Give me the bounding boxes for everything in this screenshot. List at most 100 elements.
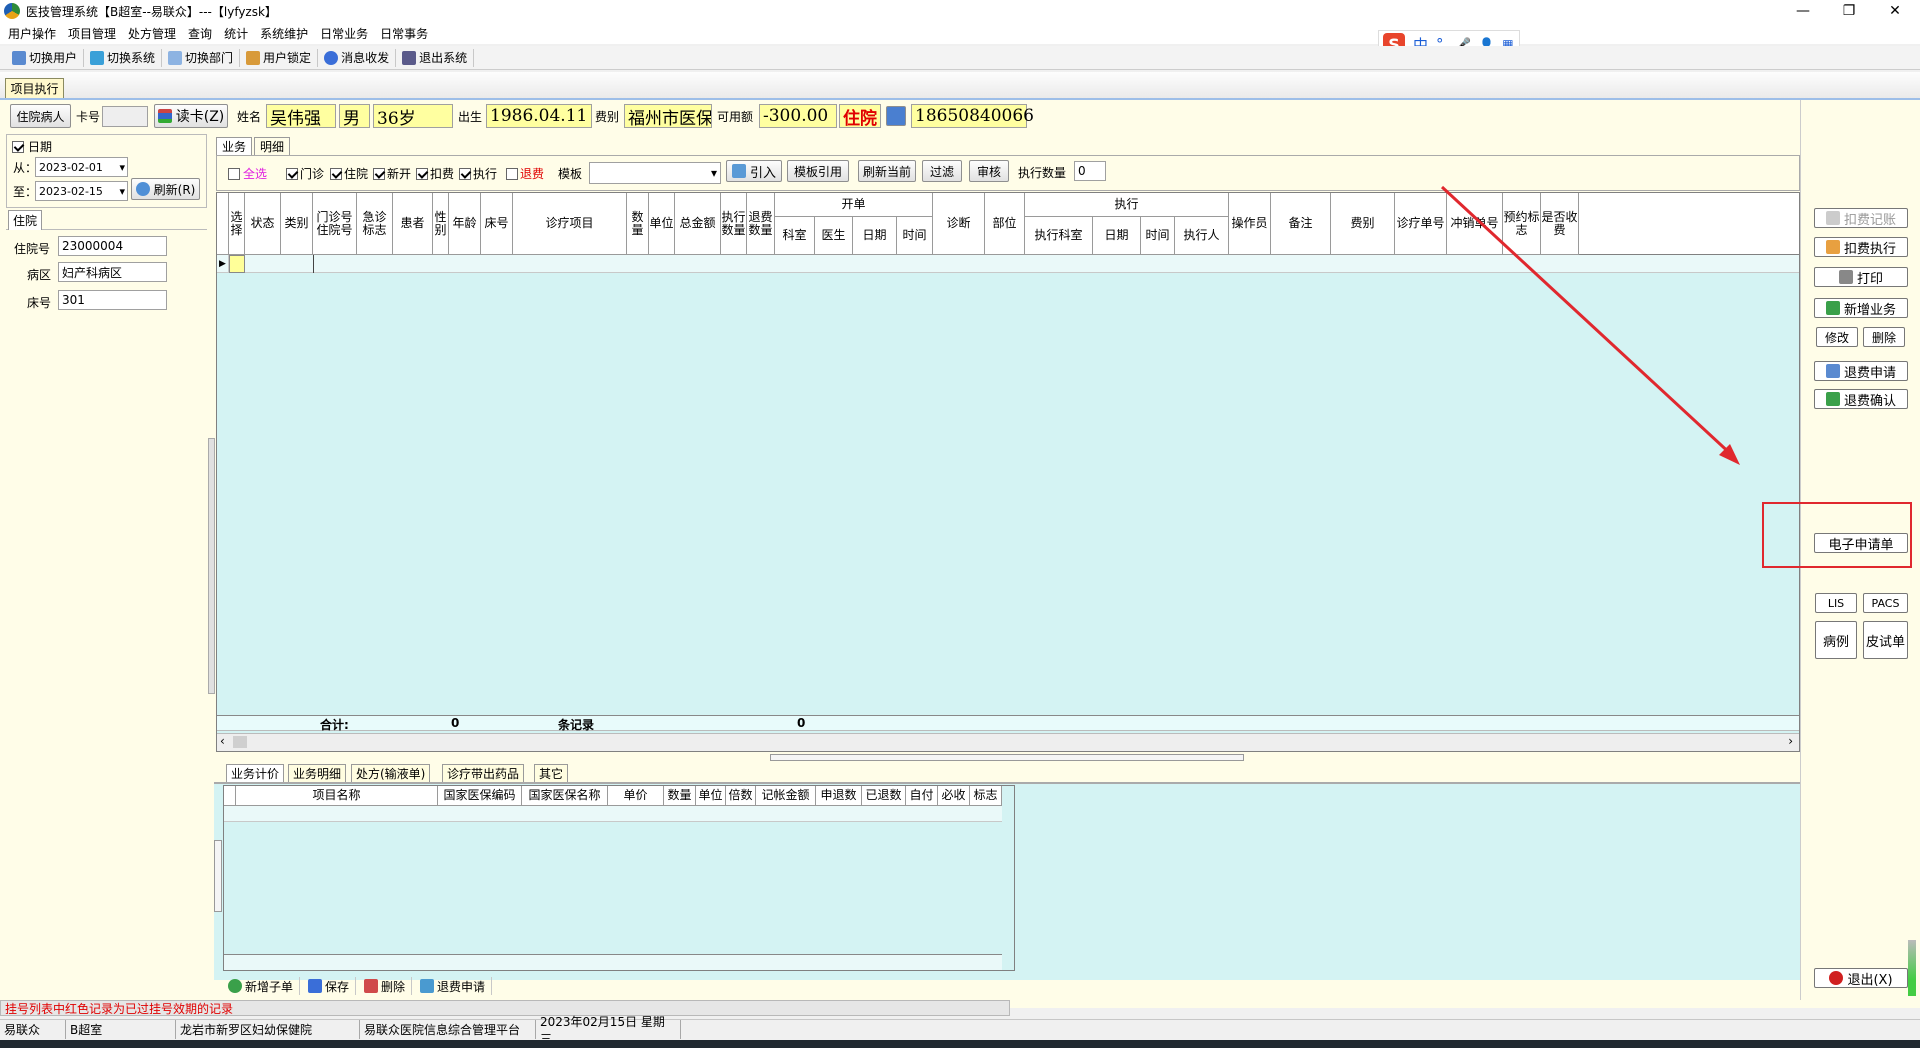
messages-button[interactable]: 消息收发 <box>318 48 397 67</box>
tab-project-exec[interactable]: 项目执行 <box>5 78 64 98</box>
col-site[interactable]: 部位 <box>985 193 1025 255</box>
hosp-no-input[interactable]: 23000004 <box>58 236 167 256</box>
inpatient-checkbox[interactable]: 住院 <box>330 165 368 182</box>
col-item[interactable]: 诊疗项目 <box>513 193 627 255</box>
table-row[interactable] <box>224 806 1002 822</box>
col-refund-qty[interactable]: 退费数量 <box>747 193 775 255</box>
col-unit-price[interactable]: 单价 <box>608 786 664 806</box>
phone-icon[interactable] <box>886 106 906 126</box>
bed-input[interactable]: 301 <box>58 290 167 310</box>
delete-sub-button[interactable]: 删除 <box>358 977 413 995</box>
refund-confirm-button[interactable]: 退费确认 <box>1814 389 1908 409</box>
col-diagnosis[interactable]: 诊断 <box>933 193 985 255</box>
splitter-handle[interactable] <box>208 438 215 694</box>
charge-exec-button[interactable]: 扣费执行 <box>1814 237 1908 257</box>
refund-request-bottom-button[interactable]: 退费申请 <box>414 977 493 995</box>
col-unit[interactable]: 单位 <box>649 193 675 255</box>
menu-daily-affairs[interactable]: 日常事务 <box>376 25 436 42</box>
menu-prescription-mgmt[interactable]: 处方管理 <box>124 25 184 42</box>
template-ref-button[interactable]: 模板引用 <box>787 160 849 182</box>
bottom-grid[interactable]: 项目名称 国家医保编码 国家医保名称 单价 数量 单位 倍数 记帐金额 申退数 … <box>223 785 1015 971</box>
skin-test-button[interactable]: 皮试单 <box>1863 621 1908 659</box>
col-operator[interactable]: 操作员 <box>1229 193 1271 255</box>
review-button[interactable]: 审核 <box>969 160 1009 182</box>
inpatient-button[interactable]: 住院病人 <box>10 104 71 128</box>
col-order-date[interactable]: 日期 <box>853 217 897 255</box>
col-request-refund[interactable]: 申退数 <box>816 786 862 806</box>
exec-qty-input[interactable]: 0 <box>1074 161 1106 181</box>
save-button[interactable]: 保存 <box>302 977 357 995</box>
template-select[interactable]: ▾ <box>589 162 721 184</box>
to-date-input[interactable]: 2023-02-15 ▾ <box>35 181 128 201</box>
col-refunded[interactable]: 已退数 <box>862 786 906 806</box>
tab-carried-drugs[interactable]: 诊疗带出药品 <box>442 764 525 782</box>
lis-button[interactable]: LIS <box>1815 593 1857 613</box>
tab-business-pricing[interactable]: 业务计价 <box>226 764 285 782</box>
col-clinic-no[interactable]: 门诊号住院号 <box>313 193 357 255</box>
col-category[interactable]: 类别 <box>281 193 313 255</box>
col-order-dept[interactable]: 科室 <box>775 217 815 255</box>
menu-system-maintenance[interactable]: 系统维护 <box>256 25 316 42</box>
col-exec-dept[interactable]: 执行科室 <box>1025 217 1093 255</box>
bottom-splitter[interactable] <box>214 840 222 912</box>
col-nhsa-name[interactable]: 国家医保名称 <box>522 786 608 806</box>
select-all-checkbox[interactable]: 全选 <box>228 165 267 182</box>
date-checkbox[interactable] <box>12 140 24 153</box>
case-button[interactable]: 病例 <box>1815 621 1857 659</box>
scroll-left-icon[interactable]: ‹ <box>220 734 225 748</box>
col-exec-qty[interactable]: 执行数量 <box>721 193 747 255</box>
date-checkbox-row[interactable]: 日期 <box>12 138 52 155</box>
menu-daily-business[interactable]: 日常业务 <box>316 25 376 42</box>
col-patient[interactable]: 患者 <box>393 193 433 255</box>
tab-business-detail[interactable]: 业务明细 <box>288 764 347 782</box>
maximize-button[interactable]: ❐ <box>1826 0 1872 22</box>
e-request-button[interactable]: 电子申请单 <box>1814 533 1908 553</box>
delete-button[interactable]: 删除 <box>1863 327 1905 347</box>
col-must-charge[interactable]: 必收 <box>938 786 970 806</box>
add-sub-order-button[interactable]: 新增子单 <box>222 977 301 995</box>
col-quantity[interactable]: 数量 <box>664 786 696 806</box>
close-button[interactable]: ✕ <box>1872 0 1918 22</box>
col-emergency[interactable]: 急诊标志 <box>357 193 393 255</box>
col-self-pay[interactable]: 自付 <box>906 786 938 806</box>
col-nhsa-code[interactable]: 国家医保编码 <box>438 786 522 806</box>
modify-button[interactable]: 修改 <box>1816 327 1858 347</box>
new-business-button[interactable]: 新增业务 <box>1814 298 1908 318</box>
col-charge-amount[interactable]: 记帐金额 <box>756 786 816 806</box>
outpatient-checkbox[interactable]: 门诊 <box>286 165 324 182</box>
exit-system-button[interactable]: 退出系统 <box>396 48 475 67</box>
col-order-time[interactable]: 时间 <box>897 217 933 255</box>
switch-dept-button[interactable]: 切换部门 <box>162 48 241 67</box>
refresh-button[interactable]: 刷新(R) <box>131 178 200 200</box>
refresh-current-button[interactable]: 刷新当前 <box>858 160 916 182</box>
menu-statistics[interactable]: 统计 <box>220 25 256 42</box>
tab-other[interactable]: 其它 <box>534 764 569 782</box>
refund-request-button[interactable]: 退费申请 <box>1814 361 1908 381</box>
charged-checkbox[interactable]: 扣费 <box>416 165 454 182</box>
refund-checkbox[interactable]: 退费 <box>506 165 544 182</box>
pacs-button[interactable]: PACS <box>1863 593 1908 613</box>
menu-query[interactable]: 查询 <box>184 25 220 42</box>
tab-business[interactable]: 业务 <box>216 137 252 155</box>
scroll-right-icon[interactable]: › <box>1788 734 1793 748</box>
horizontal-scrollbar[interactable]: ‹ › <box>217 733 1799 751</box>
switch-system-button[interactable]: 切换系统 <box>84 48 163 67</box>
print-button[interactable]: 打印 <box>1814 267 1908 287</box>
executed-checkbox[interactable]: 执行 <box>459 165 497 182</box>
card-input[interactable] <box>102 106 148 127</box>
col-bed[interactable]: 床号 <box>481 193 513 255</box>
scroll-thumb[interactable] <box>233 736 247 748</box>
switch-user-button[interactable]: 切换用户 <box>6 48 85 67</box>
col-executor[interactable]: 执行人 <box>1175 217 1229 255</box>
filter-button[interactable]: 过滤 <box>922 160 962 182</box>
minimize-button[interactable]: — <box>1780 0 1826 22</box>
tab-prescription[interactable]: 处方(输液单) <box>351 764 431 782</box>
col-remark[interactable]: 备注 <box>1271 193 1331 255</box>
col-order-doctor[interactable]: 医生 <box>815 217 853 255</box>
ward-input[interactable]: 妇产科病区 <box>58 262 167 282</box>
from-date-input[interactable]: 2023-02-01 ▾ <box>35 157 128 177</box>
col-total[interactable]: 总金额 <box>675 193 721 255</box>
col-exec-time[interactable]: 时间 <box>1141 217 1175 255</box>
new-order-checkbox[interactable]: 新开 <box>373 165 411 182</box>
col-fee-category[interactable]: 费别 <box>1331 193 1395 255</box>
